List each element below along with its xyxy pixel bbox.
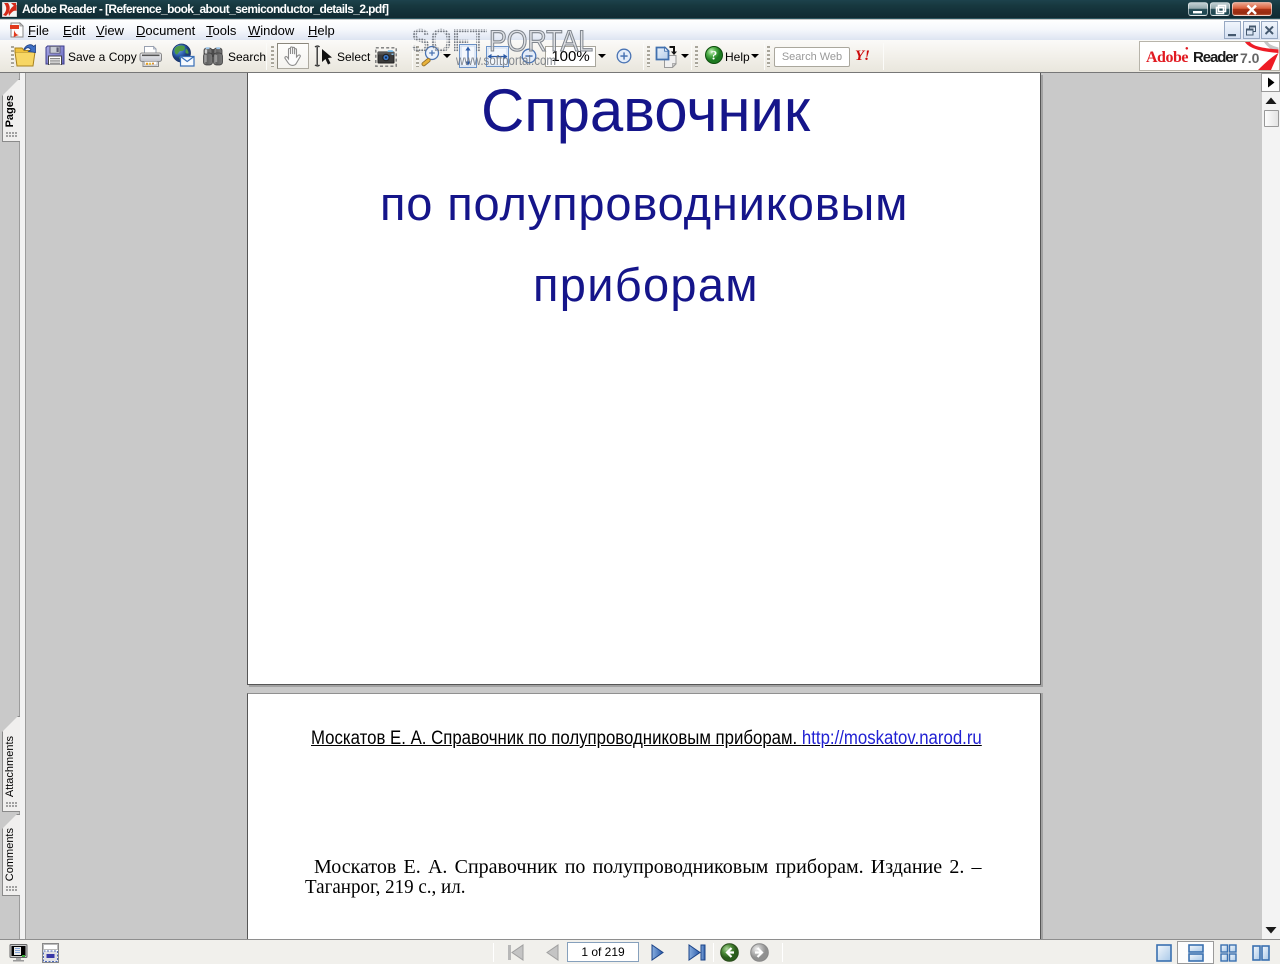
svg-text:?: ? <box>711 48 718 63</box>
